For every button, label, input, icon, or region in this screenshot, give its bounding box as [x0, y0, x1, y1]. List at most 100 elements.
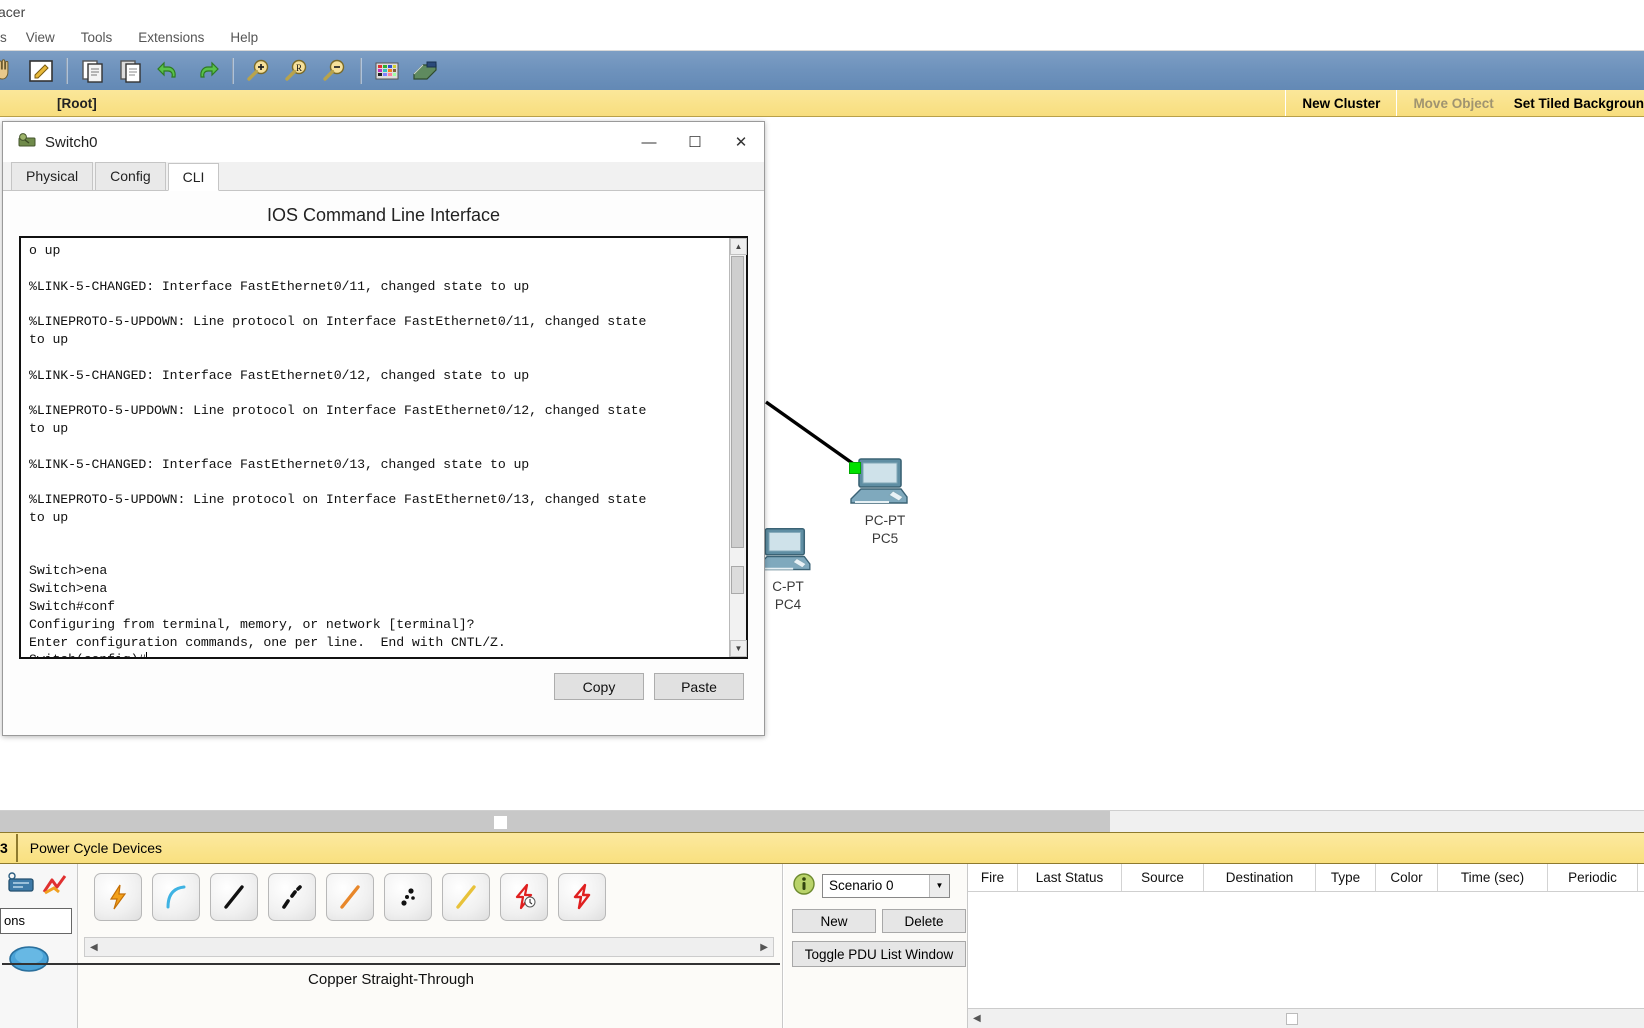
zoom-in-icon[interactable]: [242, 55, 276, 87]
root-breadcrumb[interactable]: [Root]: [57, 96, 97, 111]
pdu-column-time[interactable]: Time (sec): [1438, 864, 1548, 891]
tab-config[interactable]: Config: [95, 162, 166, 190]
connection-console-button[interactable]: [152, 873, 200, 921]
cli-terminal-area[interactable]: o up %LINK-5-CHANGED: Interface FastEthe…: [19, 236, 748, 659]
menu-item-view[interactable]: View: [13, 27, 68, 48]
scroll-right-arrow[interactable]: ▶: [755, 942, 773, 953]
scenario-row: Scenario 0 ▼: [784, 864, 967, 899]
scenario-select[interactable]: Scenario 0 ▼: [822, 873, 950, 898]
pdu-column-periodic[interactable]: Periodic: [1548, 864, 1638, 891]
scenario-new-button[interactable]: New: [792, 909, 876, 933]
menu-item-tools[interactable]: Tools: [68, 27, 126, 48]
connection-type-panel: ◀ ▶: [78, 864, 783, 1028]
power-bar-divider: [15, 834, 18, 862]
pdu-column-destination[interactable]: Destination: [1204, 864, 1316, 891]
connection-fiber-button[interactable]: [326, 873, 374, 921]
power-cycle-devices-button[interactable]: Power Cycle Devices: [30, 840, 162, 856]
toggle-pdu-list-window-button[interactable]: Toggle PDU List Window: [792, 941, 966, 967]
pdu-column-color[interactable]: Color: [1376, 864, 1438, 891]
menu-item-options-cut[interactable]: s: [0, 27, 13, 48]
pdu-column-type[interactable]: Type: [1316, 864, 1376, 891]
close-icon[interactable]: ✕: [718, 123, 764, 161]
scrollbar-thumb-lower[interactable]: [731, 566, 744, 594]
custom-devices-icon[interactable]: [408, 55, 442, 87]
minimize-icon[interactable]: —: [626, 123, 672, 161]
scroll-down-arrow[interactable]: ▼: [730, 640, 747, 657]
device-category-row: [0, 864, 77, 908]
cluster-bar-actions: New Cluster Move Object Set Tiled Backgr…: [1285, 90, 1644, 116]
undo-icon[interactable]: [152, 55, 186, 87]
connections-icon[interactable]: [40, 871, 70, 902]
toolbar-separator-3: [360, 57, 362, 84]
pdu-list-body[interactable]: [968, 892, 1644, 1000]
connection-phone-button[interactable]: [384, 873, 432, 921]
connection-serial-dte-button[interactable]: [558, 873, 606, 921]
device-type-label: PC-PT: [864, 513, 906, 528]
connection-scrollbar[interactable]: ◀ ▶: [84, 937, 774, 957]
connection-coaxial-button[interactable]: [442, 873, 490, 921]
pdu-column-last-status[interactable]: Last Status: [1018, 864, 1122, 891]
new-cluster-button[interactable]: New Cluster: [1285, 90, 1396, 116]
chevron-down-icon[interactable]: ▼: [929, 874, 949, 897]
menu-bar: s View Tools Extensions Help: [0, 24, 1644, 51]
scenario-selected-value: Scenario 0: [829, 878, 894, 893]
scroll-left-arrow[interactable]: ◀: [85, 942, 103, 953]
pdu-list-horizontal-scrollbar[interactable]: ◀: [968, 1008, 1644, 1028]
pdu-column-source[interactable]: Source: [1122, 864, 1204, 891]
device-search-input[interactable]: ons: [0, 908, 72, 934]
tab-physical[interactable]: Physical: [11, 162, 94, 190]
connection-copper-straight-button[interactable]: [210, 873, 258, 921]
zoom-out-icon[interactable]: [318, 55, 352, 87]
dialog-title-bar[interactable]: Switch0 — ☐ ✕: [3, 122, 764, 162]
cli-output-text[interactable]: o up %LINK-5-CHANGED: Interface FastEthe…: [21, 238, 729, 657]
hand-icon[interactable]: [0, 55, 20, 87]
tab-cli[interactable]: CLI: [167, 163, 220, 191]
pdu-column-fire[interactable]: Fire: [968, 864, 1018, 891]
info-icon[interactable]: [792, 872, 816, 899]
app-title: acer: [0, 4, 26, 20]
scenario-delete-button[interactable]: Delete: [882, 909, 966, 933]
switch-icon: [17, 132, 37, 153]
set-tiled-background-button[interactable]: Set Tiled Backgroun: [1510, 90, 1644, 116]
connection-serial-dce-button[interactable]: [500, 873, 548, 921]
terminal-scrollbar[interactable]: ▲ ▼: [729, 238, 747, 657]
copy-icon[interactable]: [76, 55, 110, 87]
workspace-horizontal-scrollbar[interactable]: [0, 810, 1644, 833]
text-cursor: [146, 652, 148, 657]
paste-button[interactable]: Paste: [654, 673, 744, 700]
scroll-up-arrow[interactable]: ▲: [730, 238, 747, 255]
scrollbar-track[interactable]: [0, 811, 1110, 833]
scrollbar-thumb-nub[interactable]: [494, 816, 507, 829]
toolbar-separator-1: [66, 57, 68, 84]
power-cycle-bar: 3 Power Cycle Devices: [0, 832, 1644, 864]
pdu-scroll-left-arrow[interactable]: ◀: [968, 1013, 986, 1024]
connection-auto-button[interactable]: [94, 873, 142, 921]
network-devices-icon[interactable]: [6, 871, 36, 902]
connection-copper-crossover-button[interactable]: [268, 873, 316, 921]
draw-note-icon[interactable]: [24, 55, 58, 87]
maximize-icon[interactable]: ☐: [672, 123, 718, 161]
scrollbar-thumb[interactable]: [731, 256, 744, 548]
redo-icon[interactable]: [190, 55, 224, 87]
menu-item-extensions[interactable]: Extensions: [125, 27, 217, 48]
paste-icon[interactable]: [114, 55, 148, 87]
cluster-bar: [Root] New Cluster Move Object Set Tiled…: [0, 90, 1644, 117]
switch0-dialog[interactable]: Switch0 — ☐ ✕ Physical Config CLI IOS Co…: [2, 121, 765, 736]
device-type-dock: ons: [0, 864, 78, 1028]
selected-connection-label: Copper Straight-Through: [2, 963, 780, 993]
connection-icon-row: [78, 864, 782, 921]
palette-icon[interactable]: [370, 55, 404, 87]
move-object-button[interactable]: Move Object: [1396, 90, 1509, 116]
link-status-indicator-pc5: [849, 462, 861, 474]
device-name-label: PC5: [871, 531, 899, 546]
dialog-tabs: Physical Config CLI: [3, 162, 764, 191]
realtime-count-label: 3: [0, 840, 8, 856]
svg-text:R: R: [296, 63, 302, 73]
toolbar-separator-2: [232, 57, 234, 84]
device-search-value: ons: [4, 913, 25, 928]
menu-item-help[interactable]: Help: [217, 27, 271, 48]
zoom-reset-icon[interactable]: R: [280, 55, 314, 87]
pdu-scrollbar-thumb[interactable]: [1286, 1013, 1298, 1025]
scenario-panel: Scenario 0 ▼ New Delete Toggle PDU List …: [784, 864, 968, 1028]
copy-button[interactable]: Copy: [554, 673, 644, 700]
